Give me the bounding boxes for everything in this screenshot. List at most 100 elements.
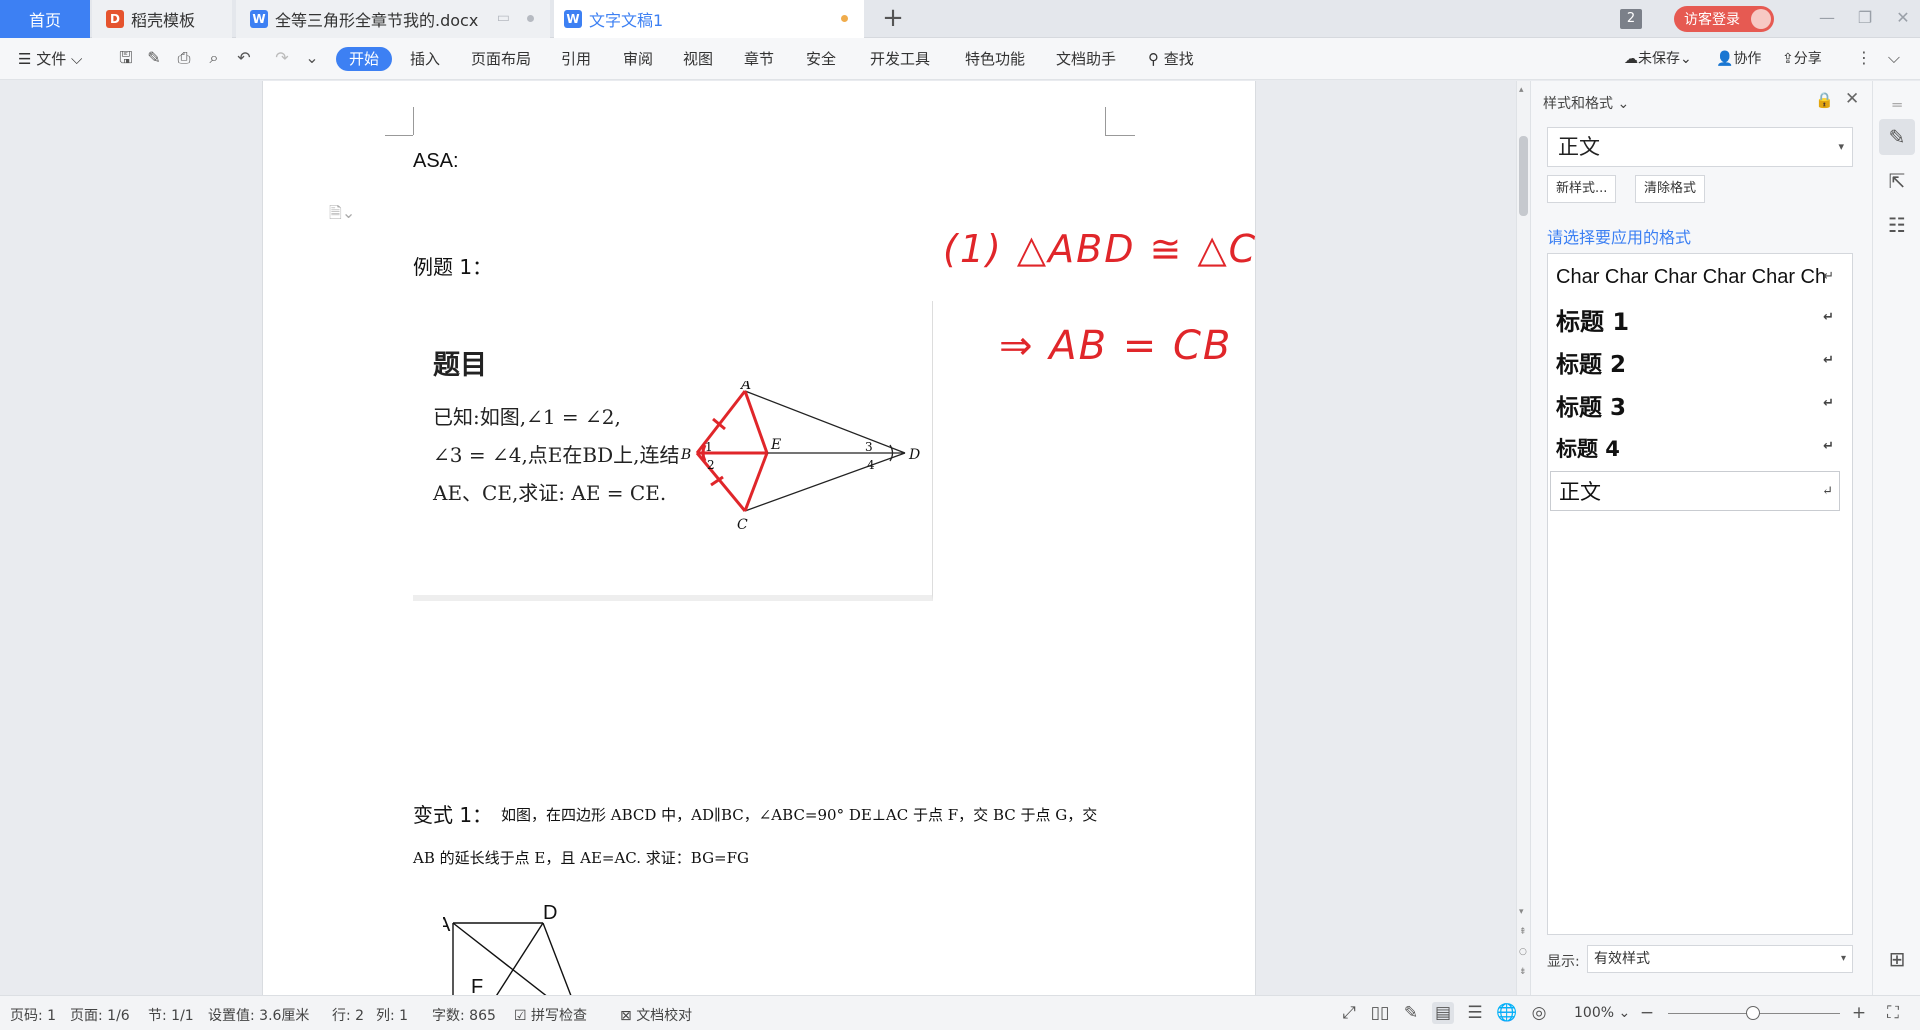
label-B: B bbox=[680, 447, 691, 463]
style-item-heading-1[interactable]: 标题 1 ↵ bbox=[1548, 298, 1852, 340]
new-style-button[interactable]: 新样式... bbox=[1547, 175, 1617, 203]
style-item-heading-4[interactable]: 标题 4 ↵ bbox=[1548, 427, 1852, 469]
zoom-level[interactable]: 100% ⌄ bbox=[1574, 1005, 1630, 1021]
redo-icon[interactable]: ↷ bbox=[272, 48, 292, 68]
spell-check-icon: ☑ bbox=[514, 1008, 527, 1024]
grid-apps-icon[interactable]: ⊞ bbox=[1879, 941, 1915, 977]
tab-docx[interactable]: W 全等三角形全章节我的.docx ▭ bbox=[236, 0, 550, 38]
scroll-thumb[interactable] bbox=[1519, 136, 1528, 216]
add-tab-button[interactable]: + bbox=[878, 4, 908, 34]
setting-value[interactable]: 设置值: 3.6厘米 bbox=[208, 1005, 309, 1025]
doc-proof-label: 文档校对 bbox=[636, 1008, 693, 1024]
scroll-down-icon[interactable]: ▾ bbox=[1519, 907, 1524, 917]
find-button[interactable]: ⚲ 查找 bbox=[1148, 47, 1194, 71]
ribbon-tab-chapter[interactable]: 章节 bbox=[744, 47, 774, 71]
unsaved-status[interactable]: ☁未保存⌄ bbox=[1624, 47, 1692, 71]
outline-view-icon[interactable]: ☰ bbox=[1464, 1002, 1486, 1024]
style-item-label: 正文 bbox=[1559, 480, 1601, 504]
tab-home[interactable]: 首页 bbox=[0, 0, 90, 38]
show-filter-select[interactable]: 有效样式 ▾ bbox=[1587, 945, 1853, 973]
label-F: F bbox=[471, 976, 483, 995]
ribbon-tab-review[interactable]: 审阅 bbox=[623, 47, 653, 71]
crop-mark bbox=[1105, 107, 1106, 135]
style-item-heading-2[interactable]: 标题 2 ↵ bbox=[1548, 341, 1852, 383]
zoom-slider-handle[interactable] bbox=[1746, 1006, 1760, 1020]
prev-page-icon[interactable]: ⇞ bbox=[1519, 927, 1527, 937]
dropdown-icon: ▾ bbox=[1838, 140, 1844, 153]
tab-templates[interactable]: D 稻壳模板 bbox=[92, 0, 232, 38]
clear-format-button[interactable]: 清除格式 bbox=[1635, 175, 1706, 203]
print-icon[interactable]: ⎙ bbox=[174, 48, 194, 68]
more-icon[interactable]: ⋮ bbox=[1854, 48, 1874, 68]
edit-mode-icon[interactable]: ✎ bbox=[1400, 1002, 1422, 1024]
style-item-heading-3[interactable]: 标题 3 ↵ bbox=[1548, 384, 1852, 426]
customize-icon[interactable]: ⌄ bbox=[302, 48, 322, 68]
search-icon: ⚲ bbox=[1148, 50, 1159, 68]
vertical-scrollbar[interactable]: ▴ ▾ ⇞ ○ ⇟ bbox=[1516, 81, 1530, 995]
select-cursor-icon[interactable]: ⇱ bbox=[1879, 163, 1915, 199]
cloud-icon: ☁ bbox=[1624, 51, 1638, 67]
read-mode-icon[interactable]: ▯▯ bbox=[1369, 1002, 1391, 1024]
restore-icon[interactable]: ❐ bbox=[1850, 6, 1880, 30]
writer-doc-icon: W bbox=[564, 10, 582, 28]
zoom-in-icon[interactable]: + bbox=[1848, 1002, 1870, 1024]
window-count-badge[interactable]: 2 bbox=[1620, 9, 1642, 29]
page-count[interactable]: 页面: 1/6 bbox=[70, 1005, 130, 1025]
ribbon-tab-start[interactable]: 开始 bbox=[336, 47, 393, 71]
section-info[interactable]: 节: 1/1 bbox=[148, 1005, 194, 1025]
close-panel-icon[interactable]: ✕ bbox=[1845, 89, 1859, 109]
doc-proof-button[interactable]: ⊠ 文档校对 bbox=[620, 1005, 692, 1025]
ribbon-tab-features[interactable]: 特色功能 bbox=[965, 47, 1025, 71]
ribbon-tab-reference[interactable]: 引用 bbox=[561, 47, 591, 71]
format-painter-icon[interactable]: ✎ bbox=[144, 48, 164, 68]
panel-title-label: 样式和格式 bbox=[1543, 96, 1613, 112]
handwriting-line-2: ⇒ AB = CB bbox=[999, 323, 1233, 369]
tab-new-doc[interactable]: W 文字文稿1 bbox=[554, 0, 864, 38]
next-page-icon[interactable]: ⇟ bbox=[1519, 967, 1527, 977]
ribbon-tab-assistant[interactable]: 文档助手 bbox=[1056, 47, 1116, 71]
label-angle-2: 2 bbox=[707, 458, 715, 472]
undo-icon[interactable]: ↶ bbox=[234, 48, 254, 68]
ribbon-tab-security[interactable]: 安全 bbox=[806, 47, 836, 71]
select-browse-icon[interactable]: ○ bbox=[1519, 947, 1527, 957]
style-list: Char Char Char Char Char Ch ↵ 标题 1 ↵ 标题 2 ↵… bbox=[1547, 253, 1853, 935]
fullscreen-icon[interactable]: ⤢ bbox=[1338, 1002, 1360, 1024]
scroll-up-icon[interactable]: ▴ bbox=[1519, 85, 1524, 95]
collab-button[interactable]: 👤协作 bbox=[1716, 47, 1761, 71]
label-A: A bbox=[739, 381, 751, 393]
close-icon[interactable]: ✕ bbox=[1888, 6, 1918, 30]
minimize-icon[interactable]: — bbox=[1812, 6, 1842, 30]
col-info[interactable]: 列: 1 bbox=[376, 1005, 408, 1025]
page-view-icon[interactable]: ▤ bbox=[1432, 1002, 1454, 1024]
print-preview-icon[interactable]: ⌕ bbox=[204, 48, 224, 68]
ribbon-tab-insert[interactable]: 插入 bbox=[410, 47, 440, 71]
spell-check-button[interactable]: ☑ 拼写检查 bbox=[514, 1005, 587, 1025]
eye-protection-icon[interactable]: ◎ bbox=[1528, 1002, 1550, 1024]
collab-label: 协作 bbox=[1733, 51, 1762, 67]
web-view-icon[interactable]: 🌐 bbox=[1496, 1002, 1518, 1024]
row-info[interactable]: 行: 2 bbox=[332, 1005, 364, 1025]
guest-login-button[interactable]: 访客登录 bbox=[1674, 6, 1774, 32]
collapse-ribbon-icon[interactable]: ⌵ bbox=[1884, 48, 1904, 68]
word-count[interactable]: 字数: 865 bbox=[432, 1005, 496, 1025]
fit-window-icon[interactable]: ⛶ bbox=[1882, 1002, 1904, 1024]
style-item-char[interactable]: Char Char Char Char Char Ch ↵ bbox=[1548, 256, 1852, 298]
save-icon[interactable]: 🖫 bbox=[116, 48, 136, 68]
variant-line-1: 如图，在四边形 ABCD 中，AD∥BC，∠ABC=90° DE⊥AC 于点 F… bbox=[501, 806, 1098, 824]
style-item-body-selected[interactable]: 正文 ↵ bbox=[1550, 471, 1840, 511]
ribbon-tab-view[interactable]: 视图 bbox=[683, 47, 713, 71]
document-page[interactable]: ASA: 🗎⌄ 例题 1： 题目 已知:如图,∠1 = ∠2, ∠3 = ∠4,… bbox=[262, 81, 1256, 995]
user-icon: 👤 bbox=[1716, 51, 1734, 67]
settings-sliders-icon[interactable]: ☷ bbox=[1879, 207, 1915, 243]
page-number[interactable]: 页码: 1 bbox=[10, 1005, 56, 1025]
lock-icon[interactable]: 🔒 bbox=[1815, 91, 1834, 109]
ribbon-tab-devtools[interactable]: 开发工具 bbox=[870, 47, 930, 71]
file-menu[interactable]: ☰ 文件 ⌵ bbox=[18, 47, 82, 71]
zoom-out-icon[interactable]: − bbox=[1636, 1002, 1658, 1024]
doc-tag-icon[interactable]: 🗎⌄ bbox=[329, 202, 355, 229]
panel-title[interactable]: 样式和格式 ⌄ bbox=[1543, 93, 1629, 113]
current-style-select[interactable]: 正文 ▾ bbox=[1547, 127, 1853, 167]
style-pen-icon[interactable]: ✎ bbox=[1879, 119, 1915, 155]
ribbon-tab-layout[interactable]: 页面布局 bbox=[471, 47, 531, 71]
share-button[interactable]: ⇪分享 bbox=[1782, 47, 1822, 71]
